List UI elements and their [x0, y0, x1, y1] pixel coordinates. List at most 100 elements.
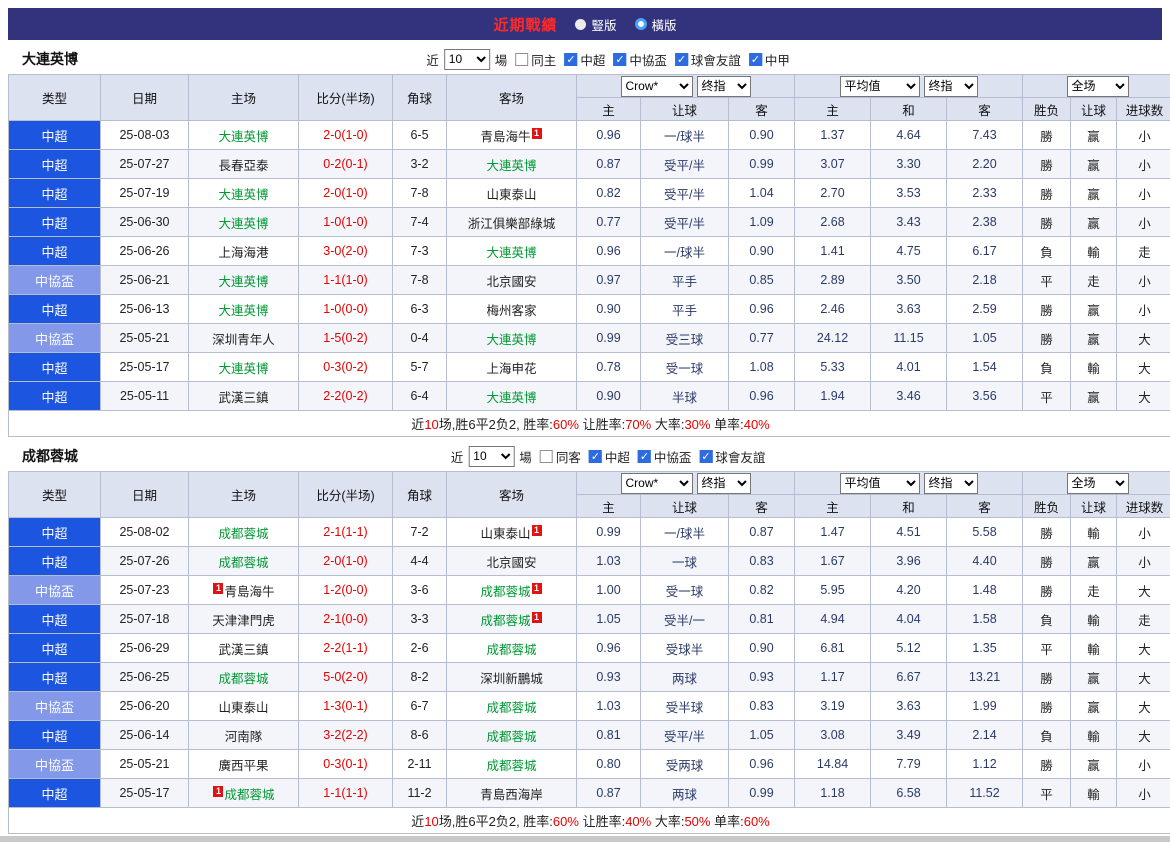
score-cell[interactable]: 1-0(1-0) [298, 207, 393, 237]
away-team-name[interactable]: 大連英博 [486, 391, 536, 405]
score-cell[interactable]: 1-3(0-1) [298, 691, 393, 721]
avg-time-select[interactable]: 终指 [923, 75, 978, 97]
home-team-name[interactable]: 河南隊 [225, 730, 263, 744]
odds-time-select[interactable]: 终指 [696, 472, 751, 494]
radio-horizontal-icon[interactable] [634, 18, 647, 30]
away-team-name[interactable]: 大連英博 [486, 333, 536, 347]
score-cell[interactable]: 3-0(2-0) [298, 236, 393, 266]
away-team-name[interactable]: 成都蓉城 [486, 759, 536, 773]
away-team-name[interactable]: 北京國安 [486, 556, 536, 570]
away-team-name[interactable]: 成都蓉城 [480, 585, 530, 599]
home-team-name[interactable]: 大連英博 [218, 188, 268, 202]
same-venue-filter[interactable]: 同客 [539, 447, 581, 466]
radio-horizontal-option[interactable]: 橫版 [634, 15, 677, 34]
score-cell[interactable]: 2-2(0-2) [298, 381, 393, 411]
league-filter-1[interactable]: 中協盃 [613, 50, 667, 69]
score-cell[interactable]: 2-1(1-1) [298, 517, 393, 547]
home-team-name[interactable]: 大連英博 [218, 275, 268, 289]
odds-time-select[interactable]: 终指 [696, 75, 751, 97]
away-team-name[interactable]: 梅州客家 [486, 304, 536, 318]
league-filter-0[interactable]: 中超 [588, 447, 630, 466]
odds-source-select[interactable]: Crow* [620, 472, 693, 494]
home-team-name[interactable]: 天津津門虎 [212, 614, 275, 628]
same-venue-checkbox[interactable] [539, 449, 553, 463]
match-count-select[interactable]: 10 [468, 445, 515, 467]
away-team-name[interactable]: 大連英博 [486, 159, 536, 173]
home-team-name[interactable]: 大連英博 [218, 304, 268, 318]
score-cell[interactable]: 1-1(1-1) [298, 778, 393, 808]
avg-odds-select[interactable]: 平均值 [839, 75, 920, 97]
home-team-name[interactable]: 成都蓉城 [224, 788, 274, 802]
home-odds-cell: 0.87 [576, 149, 641, 179]
home-team-name[interactable]: 成都蓉城 [218, 527, 268, 541]
home-team-name[interactable]: 武漢三鎮 [218, 643, 268, 657]
result-scope-select[interactable]: 全场 [1066, 75, 1129, 97]
summary-cell: 近10场,胜6平2负2, 胜率:60% 让胜率:70% 大率:30% 单率:40… [7, 410, 1170, 437]
same-venue-checkbox[interactable] [515, 52, 529, 66]
away-team-name[interactable]: 大連英博 [486, 246, 536, 260]
away-team-name[interactable]: 成都蓉城 [480, 614, 530, 628]
home-team-name[interactable]: 大連英博 [218, 362, 268, 376]
result-scope-select[interactable]: 全场 [1066, 472, 1129, 494]
away-team-name[interactable]: 青島海牛 [480, 130, 530, 144]
score-cell[interactable]: 2-0(1-0) [298, 120, 393, 150]
home-team-name[interactable]: 大連英博 [218, 130, 268, 144]
odds-source-select[interactable]: Crow* [620, 75, 693, 97]
score-cell[interactable]: 1-0(0-0) [298, 294, 393, 324]
radio-vertical-icon[interactable] [575, 18, 587, 30]
away-team-name[interactable]: 浙江俱樂部綠城 [468, 217, 556, 231]
home-team-name[interactable]: 武漢三鎮 [218, 391, 268, 405]
score-cell[interactable]: 1-5(0-2) [298, 323, 393, 353]
score-cell[interactable]: 0-3(0-1) [298, 749, 393, 779]
home-team-name[interactable]: 大連英博 [218, 217, 268, 231]
same-venue-label: 同客 [555, 450, 581, 465]
league-filter-2[interactable]: 球會友誼 [699, 447, 765, 466]
score-cell[interactable]: 1-2(0-0) [298, 575, 393, 605]
league-checkbox-0[interactable] [588, 449, 602, 463]
home-team-name[interactable]: 山東泰山 [218, 701, 268, 715]
home-team-name[interactable]: 廣西平果 [218, 759, 268, 773]
home-team-name[interactable]: 青島海牛 [224, 585, 274, 599]
home-team-name[interactable]: 成都蓉城 [218, 672, 268, 686]
avg-odds-select[interactable]: 平均值 [839, 472, 920, 494]
avg-draw-odds-cell: 4.20 [870, 575, 948, 605]
radio-vertical-option[interactable]: 豎版 [575, 15, 617, 34]
away-team-name[interactable]: 青島西海岸 [480, 788, 543, 802]
score-cell[interactable]: 2-1(0-0) [298, 604, 393, 634]
league-checkbox-1[interactable] [613, 52, 627, 66]
score-cell[interactable]: 5-0(2-0) [298, 662, 393, 692]
league-filter-0[interactable]: 中超 [564, 50, 605, 69]
score-cell[interactable]: 0-2(0-1) [298, 149, 393, 179]
away-team-name[interactable]: 成都蓉城 [486, 701, 536, 715]
score-cell[interactable]: 0-3(0-2) [298, 352, 393, 382]
league-checkbox-2[interactable] [699, 449, 713, 463]
home-team-name[interactable]: 上海海港 [218, 246, 268, 260]
score-cell[interactable]: 2-0(1-0) [298, 178, 393, 208]
home-team-name[interactable]: 成都蓉城 [218, 556, 268, 570]
score-cell[interactable]: 1-1(1-0) [298, 265, 393, 295]
league-filter-1[interactable]: 中協盃 [637, 447, 691, 466]
league-checkbox-2[interactable] [674, 52, 688, 66]
home-team-name[interactable]: 長春亞泰 [218, 159, 268, 173]
home-team-name[interactable]: 深圳青年人 [212, 333, 275, 347]
match-count-select[interactable]: 10 [443, 48, 490, 70]
avg-time-select[interactable]: 终指 [923, 472, 978, 494]
date-cell: 25-06-26 [100, 236, 189, 266]
league-checkbox-3[interactable] [748, 52, 762, 66]
away-team-name[interactable]: 成都蓉城 [486, 643, 536, 657]
away-team-name[interactable]: 山東泰山 [480, 527, 530, 541]
score-cell[interactable]: 2-0(1-0) [298, 546, 393, 576]
score-cell[interactable]: 3-2(2-2) [298, 720, 393, 750]
league-filter-2[interactable]: 球會友誼 [674, 50, 741, 69]
league-checkbox-0[interactable] [564, 52, 578, 66]
league-checkbox-1[interactable] [637, 449, 651, 463]
away-team-name[interactable]: 山東泰山 [486, 188, 536, 202]
same-venue-filter[interactable]: 同主 [515, 50, 556, 69]
score-cell[interactable]: 2-2(1-1) [298, 633, 393, 663]
away-team-name[interactable]: 北京國安 [486, 275, 536, 289]
league-filter-3[interactable]: 中甲 [748, 50, 790, 69]
away-team-cell: 成都蓉城 [446, 749, 577, 779]
away-team-name[interactable]: 深圳新鵬城 [480, 672, 543, 686]
away-team-name[interactable]: 成都蓉城 [486, 730, 536, 744]
away-team-name[interactable]: 上海申花 [486, 362, 536, 376]
